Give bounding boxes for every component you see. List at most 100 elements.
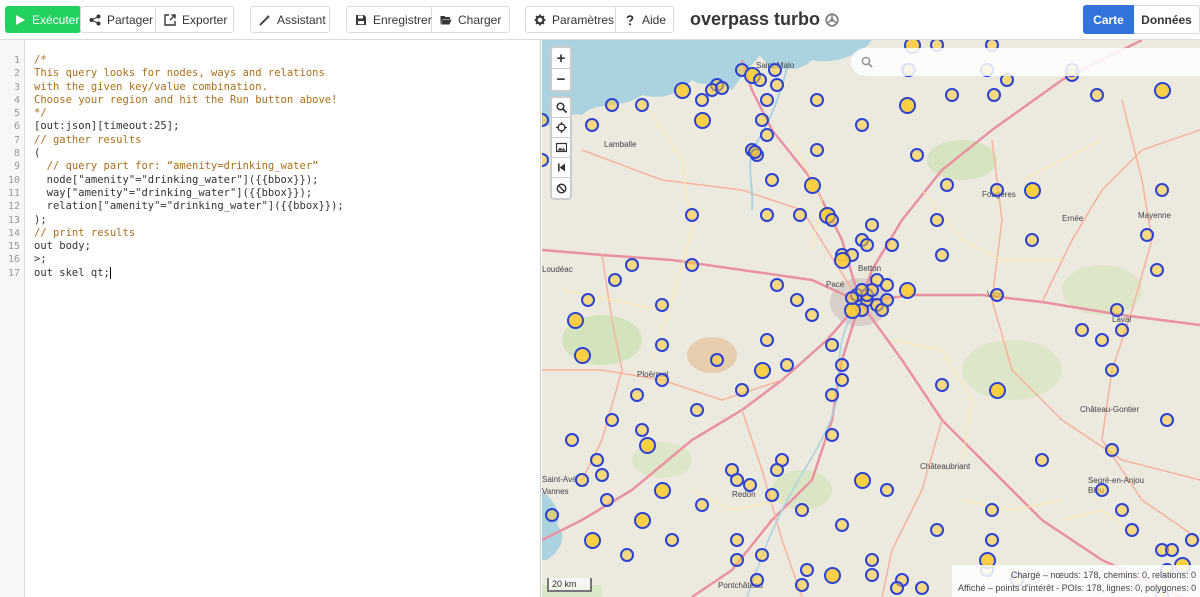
drinking-water-marker[interactable] bbox=[987, 88, 1001, 102]
drinking-water-marker[interactable] bbox=[770, 278, 784, 292]
wizard-button[interactable]: Assistant bbox=[250, 6, 330, 33]
drinking-water-marker[interactable] bbox=[1023, 181, 1041, 199]
drinking-water-marker[interactable] bbox=[760, 208, 774, 222]
code-line[interactable]: way["amenity"="drinking_water"]({{bbox}}… bbox=[34, 187, 344, 200]
drinking-water-marker[interactable] bbox=[695, 498, 709, 512]
drinking-water-marker[interactable] bbox=[765, 488, 779, 502]
drinking-water-marker[interactable] bbox=[690, 403, 704, 417]
drinking-water-marker[interactable] bbox=[800, 563, 814, 577]
drinking-water-marker[interactable] bbox=[1153, 81, 1171, 99]
code-line[interactable]: */ bbox=[34, 107, 344, 120]
drinking-water-marker[interactable] bbox=[1095, 333, 1109, 347]
drinking-water-marker[interactable] bbox=[685, 258, 699, 272]
drinking-water-marker[interactable] bbox=[1125, 523, 1139, 537]
drinking-water-marker[interactable] bbox=[860, 238, 874, 252]
code-line[interactable]: relation["amenity"="drinking_water"]({{b… bbox=[34, 200, 344, 213]
drinking-water-marker[interactable] bbox=[770, 463, 784, 477]
locate-me-button[interactable] bbox=[552, 118, 570, 138]
drinking-water-marker[interactable] bbox=[1105, 363, 1119, 377]
drinking-water-marker[interactable] bbox=[1115, 323, 1129, 337]
drinking-water-marker[interactable] bbox=[810, 93, 824, 107]
drinking-water-marker[interactable] bbox=[760, 128, 774, 142]
drinking-water-marker[interactable] bbox=[665, 533, 679, 547]
code-line[interactable]: [out:json][timeout:25]; bbox=[34, 120, 344, 133]
drinking-water-marker[interactable] bbox=[753, 73, 767, 87]
settings-button[interactable]: Paramètres bbox=[525, 6, 616, 33]
clear-data-button[interactable] bbox=[552, 178, 570, 198]
drinking-water-marker[interactable] bbox=[1140, 228, 1154, 242]
drinking-water-marker[interactable] bbox=[880, 278, 894, 292]
drinking-water-marker[interactable] bbox=[875, 303, 889, 317]
code-area[interactable]: /* This query looks for nodes, ways and r… bbox=[34, 54, 344, 280]
drinking-water-marker[interactable] bbox=[635, 98, 649, 112]
drinking-water-marker[interactable] bbox=[730, 553, 744, 567]
drinking-water-marker[interactable] bbox=[935, 378, 949, 392]
drinking-water-marker[interactable] bbox=[853, 471, 871, 489]
drinking-water-marker[interactable] bbox=[655, 338, 669, 352]
drinking-water-marker[interactable] bbox=[945, 88, 959, 102]
drinking-water-marker[interactable] bbox=[750, 573, 764, 587]
drinking-water-marker[interactable] bbox=[600, 493, 614, 507]
load-button[interactable]: Charger bbox=[432, 6, 510, 33]
map-view-button[interactable]: Carte bbox=[1083, 5, 1134, 34]
drinking-water-marker[interactable] bbox=[755, 548, 769, 562]
drinking-water-marker[interactable] bbox=[1025, 233, 1039, 247]
drinking-water-marker[interactable] bbox=[620, 548, 634, 562]
drinking-water-marker[interactable] bbox=[835, 518, 849, 532]
drinking-water-marker[interactable] bbox=[990, 183, 1004, 197]
code-line[interactable]: Choose your region and hit the Run butto… bbox=[34, 94, 344, 107]
drinking-water-marker[interactable] bbox=[865, 553, 879, 567]
drinking-water-marker[interactable] bbox=[545, 508, 559, 522]
zoom-in-button[interactable]: + bbox=[552, 48, 570, 69]
data-view-button[interactable]: Données bbox=[1134, 5, 1200, 34]
drinking-water-marker[interactable] bbox=[1110, 303, 1124, 317]
drinking-water-marker[interactable] bbox=[825, 388, 839, 402]
drinking-water-marker[interactable] bbox=[653, 481, 671, 499]
drinking-water-marker[interactable] bbox=[760, 93, 774, 107]
drinking-water-marker[interactable] bbox=[835, 358, 849, 372]
code-line[interactable]: with the given key/value combination. bbox=[34, 81, 344, 94]
drinking-water-marker[interactable] bbox=[608, 273, 622, 287]
drinking-water-marker[interactable] bbox=[823, 566, 841, 584]
drinking-water-marker[interactable] bbox=[1090, 88, 1104, 102]
drinking-water-marker[interactable] bbox=[793, 208, 807, 222]
zoom-to-data-button[interactable] bbox=[552, 98, 570, 118]
drinking-water-marker[interactable] bbox=[1035, 453, 1049, 467]
drinking-water-marker[interactable] bbox=[898, 96, 916, 114]
drinking-water-marker[interactable] bbox=[693, 111, 711, 129]
drinking-water-marker[interactable] bbox=[1185, 533, 1199, 547]
drinking-water-marker[interactable] bbox=[780, 358, 794, 372]
drinking-water-marker[interactable] bbox=[715, 81, 729, 95]
drinking-water-marker[interactable] bbox=[735, 383, 749, 397]
drinking-water-marker[interactable] bbox=[753, 361, 771, 379]
export-button[interactable]: Exporter bbox=[156, 6, 234, 33]
drinking-water-marker[interactable] bbox=[1155, 183, 1169, 197]
drinking-water-marker[interactable] bbox=[890, 581, 904, 595]
zoom-out-button[interactable]: − bbox=[552, 69, 570, 90]
drinking-water-marker[interactable] bbox=[985, 533, 999, 547]
code-line[interactable]: ); bbox=[34, 214, 344, 227]
drinking-water-marker[interactable] bbox=[795, 578, 809, 592]
code-line[interactable]: // query part for: “amenity=drinking_wat… bbox=[34, 160, 344, 173]
code-line[interactable]: // print results bbox=[34, 227, 344, 240]
drinking-water-marker[interactable] bbox=[630, 388, 644, 402]
drinking-water-marker[interactable] bbox=[565, 433, 579, 447]
drinking-water-marker[interactable] bbox=[633, 511, 651, 529]
drinking-water-marker[interactable] bbox=[625, 258, 639, 272]
drinking-water-marker[interactable] bbox=[1150, 263, 1164, 277]
drinking-water-marker[interactable] bbox=[910, 148, 924, 162]
drinking-water-marker[interactable] bbox=[935, 248, 949, 262]
drinking-water-marker[interactable] bbox=[930, 523, 944, 537]
drinking-water-marker[interactable] bbox=[1105, 443, 1119, 457]
drinking-water-marker[interactable] bbox=[673, 81, 691, 99]
drinking-water-marker[interactable] bbox=[885, 238, 899, 252]
help-button[interactable]: Aide bbox=[616, 6, 674, 33]
drinking-water-marker[interactable] bbox=[805, 308, 819, 322]
drinking-water-marker[interactable] bbox=[1115, 503, 1129, 517]
drinking-water-marker[interactable] bbox=[825, 428, 839, 442]
drinking-water-marker[interactable] bbox=[710, 353, 724, 367]
drinking-water-marker[interactable] bbox=[810, 143, 824, 157]
drinking-water-marker[interactable] bbox=[825, 213, 839, 227]
map-search-box[interactable] bbox=[851, 48, 1200, 76]
drinking-water-marker[interactable] bbox=[605, 413, 619, 427]
